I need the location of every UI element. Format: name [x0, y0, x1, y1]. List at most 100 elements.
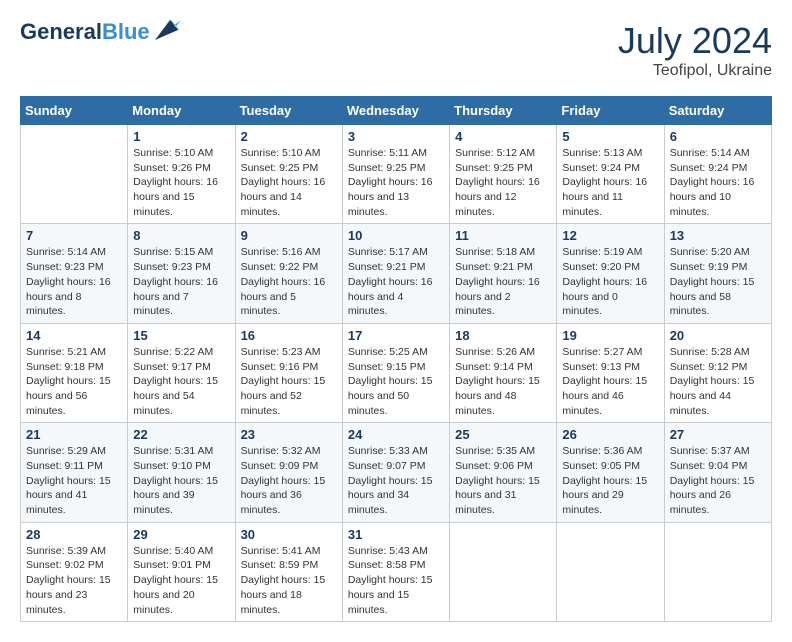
sunset-label: Sunset: — [562, 162, 598, 174]
calendar-cell: 31 Sunrise: 5:43 AM Sunset: 8:58 PM Dayl… — [342, 522, 449, 621]
day-info: Sunrise: 5:33 AM Sunset: 9:07 PM Dayligh… — [348, 444, 444, 517]
day-number: 10 — [348, 228, 444, 243]
sunrise-label: Sunrise: — [241, 246, 280, 258]
logo: GeneralBlue — [20, 20, 183, 44]
day-number: 11 — [455, 228, 551, 243]
daylight-label: Daylight hours — [348, 276, 415, 288]
daylight-label: Daylight hours — [670, 176, 737, 188]
sunset-label: Sunset: — [348, 162, 384, 174]
sunrise-label: Sunrise: — [26, 346, 65, 358]
day-info: Sunrise: 5:37 AM Sunset: 9:04 PM Dayligh… — [670, 444, 766, 517]
calendar-cell: 22 Sunrise: 5:31 AM Sunset: 9:10 PM Dayl… — [128, 423, 235, 522]
calendar-cell: 23 Sunrise: 5:32 AM Sunset: 9:09 PM Dayl… — [235, 423, 342, 522]
week-row-5: 28 Sunrise: 5:39 AM Sunset: 9:02 PM Dayl… — [21, 522, 772, 621]
day-number: 19 — [562, 328, 658, 343]
day-info: Sunrise: 5:32 AM Sunset: 9:09 PM Dayligh… — [241, 444, 337, 517]
day-number: 7 — [26, 228, 122, 243]
day-info: Sunrise: 5:22 AM Sunset: 9:17 PM Dayligh… — [133, 345, 229, 418]
sunset-label: Sunset: — [241, 559, 277, 571]
day-number: 29 — [133, 527, 229, 542]
week-row-3: 14 Sunrise: 5:21 AM Sunset: 9:18 PM Dayl… — [21, 323, 772, 422]
sunrise-label: Sunrise: — [348, 246, 387, 258]
daylight-label: Daylight hours — [455, 475, 522, 487]
calendar-cell: 29 Sunrise: 5:40 AM Sunset: 9:01 PM Dayl… — [128, 522, 235, 621]
calendar-cell: 17 Sunrise: 5:25 AM Sunset: 9:15 PM Dayl… — [342, 323, 449, 422]
sunrise-label: Sunrise: — [26, 545, 65, 557]
sunset-label: Sunset: — [26, 559, 62, 571]
day-info: Sunrise: 5:12 AM Sunset: 9:25 PM Dayligh… — [455, 146, 551, 219]
sunrise-label: Sunrise: — [348, 346, 387, 358]
calendar-cell — [450, 522, 557, 621]
sunset-label: Sunset: — [348, 361, 384, 373]
calendar-cell: 13 Sunrise: 5:20 AM Sunset: 9:19 PM Dayl… — [664, 224, 771, 323]
day-info: Sunrise: 5:35 AM Sunset: 9:06 PM Dayligh… — [455, 444, 551, 517]
daylight-label: Daylight hours — [670, 276, 737, 288]
week-row-1: 1 Sunrise: 5:10 AM Sunset: 9:26 PM Dayli… — [21, 125, 772, 224]
daylight-label: Daylight hours — [241, 574, 308, 586]
calendar-cell: 20 Sunrise: 5:28 AM Sunset: 9:12 PM Dayl… — [664, 323, 771, 422]
sunrise-label: Sunrise: — [348, 545, 387, 557]
calendar-body: 1 Sunrise: 5:10 AM Sunset: 9:26 PM Dayli… — [21, 125, 772, 622]
sunset-label: Sunset: — [562, 460, 598, 472]
calendar-cell: 14 Sunrise: 5:21 AM Sunset: 9:18 PM Dayl… — [21, 323, 128, 422]
sunset-label: Sunset: — [133, 460, 169, 472]
logo-text: GeneralBlue — [20, 20, 150, 44]
day-info: Sunrise: 5:19 AM Sunset: 9:20 PM Dayligh… — [562, 245, 658, 318]
title-block: July 2024 Teofipol, Ukraine — [618, 20, 772, 80]
calendar-cell: 12 Sunrise: 5:19 AM Sunset: 9:20 PM Dayl… — [557, 224, 664, 323]
sunrise-label: Sunrise: — [455, 147, 494, 159]
calendar-cell: 16 Sunrise: 5:23 AM Sunset: 9:16 PM Dayl… — [235, 323, 342, 422]
day-info: Sunrise: 5:39 AM Sunset: 9:02 PM Dayligh… — [26, 544, 122, 617]
day-number: 25 — [455, 427, 551, 442]
weekday-wednesday: Wednesday — [342, 97, 449, 125]
daylight-label: Daylight hours — [455, 375, 522, 387]
day-info: Sunrise: 5:43 AM Sunset: 8:58 PM Dayligh… — [348, 544, 444, 617]
sunrise-label: Sunrise: — [133, 246, 172, 258]
day-number: 6 — [670, 129, 766, 144]
logo-icon — [153, 16, 183, 44]
sunrise-label: Sunrise: — [133, 445, 172, 457]
day-info: Sunrise: 5:11 AM Sunset: 9:25 PM Dayligh… — [348, 146, 444, 219]
daylight-label: Daylight hours — [241, 176, 308, 188]
calendar-cell: 19 Sunrise: 5:27 AM Sunset: 9:13 PM Dayl… — [557, 323, 664, 422]
day-info: Sunrise: 5:17 AM Sunset: 9:21 PM Dayligh… — [348, 245, 444, 318]
day-info: Sunrise: 5:21 AM Sunset: 9:18 PM Dayligh… — [26, 345, 122, 418]
sunrise-label: Sunrise: — [26, 246, 65, 258]
calendar-cell — [557, 522, 664, 621]
day-info: Sunrise: 5:31 AM Sunset: 9:10 PM Dayligh… — [133, 444, 229, 517]
sunset-label: Sunset: — [670, 261, 706, 273]
sunrise-label: Sunrise: — [133, 545, 172, 557]
day-info: Sunrise: 5:40 AM Sunset: 9:01 PM Dayligh… — [133, 544, 229, 617]
day-number: 2 — [241, 129, 337, 144]
sunset-label: Sunset: — [133, 162, 169, 174]
day-info: Sunrise: 5:25 AM Sunset: 9:15 PM Dayligh… — [348, 345, 444, 418]
sunrise-label: Sunrise: — [562, 445, 601, 457]
calendar-cell: 4 Sunrise: 5:12 AM Sunset: 9:25 PM Dayli… — [450, 125, 557, 224]
calendar-cell: 11 Sunrise: 5:18 AM Sunset: 9:21 PM Dayl… — [450, 224, 557, 323]
sunset-label: Sunset: — [26, 361, 62, 373]
day-info: Sunrise: 5:26 AM Sunset: 9:14 PM Dayligh… — [455, 345, 551, 418]
daylight-label: Daylight hours — [348, 375, 415, 387]
calendar-cell: 25 Sunrise: 5:35 AM Sunset: 9:06 PM Dayl… — [450, 423, 557, 522]
calendar-cell: 21 Sunrise: 5:29 AM Sunset: 9:11 PM Dayl… — [21, 423, 128, 522]
day-number: 13 — [670, 228, 766, 243]
sunset-label: Sunset: — [562, 261, 598, 273]
sunset-label: Sunset: — [670, 460, 706, 472]
day-info: Sunrise: 5:23 AM Sunset: 9:16 PM Dayligh… — [241, 345, 337, 418]
sunrise-label: Sunrise: — [670, 246, 709, 258]
header: GeneralBlue July 2024 Teofipol, Ukraine — [20, 20, 772, 80]
calendar-cell: 1 Sunrise: 5:10 AM Sunset: 9:26 PM Dayli… — [128, 125, 235, 224]
daylight-label: Daylight hours — [133, 375, 200, 387]
calendar-cell: 30 Sunrise: 5:41 AM Sunset: 8:59 PM Dayl… — [235, 522, 342, 621]
sunset-label: Sunset: — [26, 460, 62, 472]
sunrise-label: Sunrise: — [241, 545, 280, 557]
day-number: 23 — [241, 427, 337, 442]
sunrise-label: Sunrise: — [133, 147, 172, 159]
calendar-cell: 24 Sunrise: 5:33 AM Sunset: 9:07 PM Dayl… — [342, 423, 449, 522]
sunrise-label: Sunrise: — [670, 147, 709, 159]
calendar-cell: 27 Sunrise: 5:37 AM Sunset: 9:04 PM Dayl… — [664, 423, 771, 522]
daylight-label: Daylight hours — [133, 276, 200, 288]
day-info: Sunrise: 5:18 AM Sunset: 9:21 PM Dayligh… — [455, 245, 551, 318]
weekday-sunday: Sunday — [21, 97, 128, 125]
calendar-cell — [664, 522, 771, 621]
